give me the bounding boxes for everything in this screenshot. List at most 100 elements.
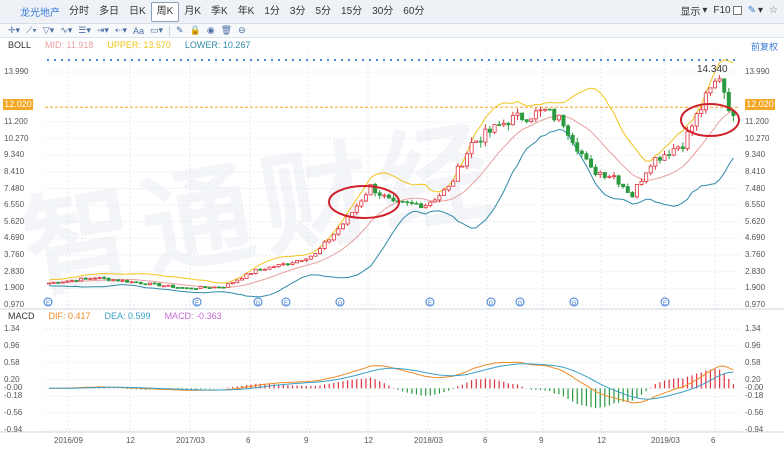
- macd-axis-label: 0.58: [745, 357, 761, 367]
- signal-dot: [704, 58, 708, 62]
- grid-lines: [0, 52, 784, 433]
- signal-dot: [123, 58, 127, 62]
- signal-dot: [382, 58, 386, 62]
- tab-weekly-k[interactable]: 周K: [150, 1, 180, 22]
- signal-dot: [326, 58, 330, 62]
- candle-body: [561, 114, 566, 127]
- line-tool-icon[interactable]: ⟋▾: [26, 25, 37, 37]
- candle-body: [97, 277, 102, 279]
- event-marker-label: G: [256, 301, 261, 307]
- candle-body: [446, 185, 451, 191]
- tab-60min[interactable]: 60分: [398, 3, 429, 21]
- event-marker-label: E: [284, 301, 288, 307]
- chart-area[interactable]: EEGEGEGGGE: [0, 38, 784, 451]
- macd-axis-label: 0.96: [4, 340, 20, 350]
- signal-dot: [515, 58, 519, 62]
- star-button[interactable]: ☆: [769, 5, 778, 16]
- signal-dot: [291, 58, 295, 62]
- signal-dot: [263, 58, 267, 62]
- display-dropdown[interactable]: 显示 ▾: [680, 3, 707, 18]
- candle-body: [313, 253, 318, 257]
- wave-tool-icon[interactable]: ∿▾: [60, 25, 72, 37]
- adjust-mode-button[interactable]: 前复权: [751, 40, 778, 53]
- boll-indicator-name[interactable]: BOLL: [8, 40, 31, 50]
- link-icon[interactable]: ⊖: [238, 25, 246, 37]
- signal-dot: [186, 58, 190, 62]
- signal-dot: [228, 58, 232, 62]
- event-marker-label: E: [195, 301, 199, 307]
- shape-tool-icon[interactable]: ▭▾: [150, 25, 163, 37]
- signal-dot: [298, 58, 302, 62]
- candle-body: [322, 241, 327, 249]
- pen-button[interactable]: ✎ ▾: [748, 5, 763, 16]
- tab-quarterly-k[interactable]: 季K: [206, 3, 233, 21]
- tab-15min[interactable]: 15分: [336, 3, 367, 21]
- candle-body: [497, 124, 502, 126]
- candle-body: [510, 115, 515, 126]
- signal-dot: [354, 58, 358, 62]
- candle-body: [584, 153, 589, 160]
- f10-button[interactable]: F10: [713, 5, 742, 16]
- price-axis-label: 10.270: [4, 133, 29, 143]
- candle-body: [216, 286, 221, 289]
- signal-dot: [536, 58, 540, 62]
- candle-body: [442, 189, 447, 196]
- signal-dot: [102, 58, 106, 62]
- time-axis-label: 2016/09: [54, 436, 83, 445]
- price-axis-label: 0.970: [745, 300, 766, 309]
- price-axis-label: 6.550: [745, 200, 766, 210]
- price-axis-label: 2.830: [745, 266, 766, 276]
- candle-body: [212, 286, 217, 289]
- tab-30min[interactable]: 30分: [367, 3, 398, 21]
- tab-3min[interactable]: 3分: [285, 3, 311, 21]
- tab-intraday[interactable]: 分时: [64, 3, 94, 21]
- crosshair-icon[interactable]: ✛▾: [8, 25, 20, 37]
- price-axis-label: 4.690: [745, 233, 766, 243]
- stock-name[interactable]: 龙光地产: [20, 4, 60, 19]
- price-axis-label: 9.340: [745, 150, 766, 160]
- signal-dot: [249, 58, 253, 62]
- signal-dot: [277, 58, 281, 62]
- macd-axis-label: 1.34: [4, 324, 20, 333]
- time-axis-label: 12: [597, 436, 606, 445]
- measure-tool-icon[interactable]: ⇥▾: [97, 25, 109, 37]
- text-tool-icon[interactable]: Aa: [133, 25, 144, 37]
- signal-dot: [452, 58, 456, 62]
- tab-monthly-k[interactable]: 月K: [179, 3, 206, 21]
- candle-body: [377, 192, 382, 196]
- candle-body: [74, 279, 79, 282]
- tab-5min[interactable]: 5分: [310, 3, 336, 21]
- signal-dot: [606, 58, 610, 62]
- tab-yearly-k[interactable]: 年K: [233, 3, 260, 21]
- tab-1min[interactable]: 1分: [259, 3, 285, 21]
- signal-dot: [543, 58, 547, 62]
- candle-body: [79, 277, 84, 282]
- eye-icon[interactable]: ◉: [207, 25, 215, 37]
- tab-daily-k[interactable]: 日K: [124, 3, 151, 21]
- last-price-label: 14.340: [697, 64, 728, 75]
- edit-icon[interactable]: ✎: [176, 25, 184, 37]
- signal-dot: [340, 58, 344, 62]
- candle-body: [533, 110, 538, 120]
- channel-tool-icon[interactable]: ▽▾: [43, 25, 54, 37]
- candle-body: [616, 175, 621, 185]
- candle-body: [694, 113, 699, 127]
- macd-indicator-name[interactable]: MACD: [8, 311, 35, 321]
- candle-body: [543, 108, 548, 111]
- candle-body: [630, 192, 635, 198]
- lock-icon[interactable]: 🔒: [190, 25, 201, 37]
- grid-tool-icon[interactable]: ☰▾: [78, 25, 91, 37]
- candle-body: [51, 281, 56, 284]
- highlight-circles: [328, 103, 740, 219]
- tab-multiday[interactable]: 多日: [94, 3, 124, 21]
- trash-icon[interactable]: 🗑: [221, 25, 232, 37]
- candle-body: [487, 128, 492, 133]
- arrow-tool-icon[interactable]: ⇠▾: [115, 25, 127, 37]
- candle-body: [405, 201, 410, 204]
- candle-body: [106, 277, 111, 281]
- signal-dot: [242, 58, 246, 62]
- time-axis-label: 12: [126, 436, 135, 445]
- signal-dot: [179, 58, 183, 62]
- candle-body: [148, 282, 153, 285]
- signal-dot: [634, 58, 638, 62]
